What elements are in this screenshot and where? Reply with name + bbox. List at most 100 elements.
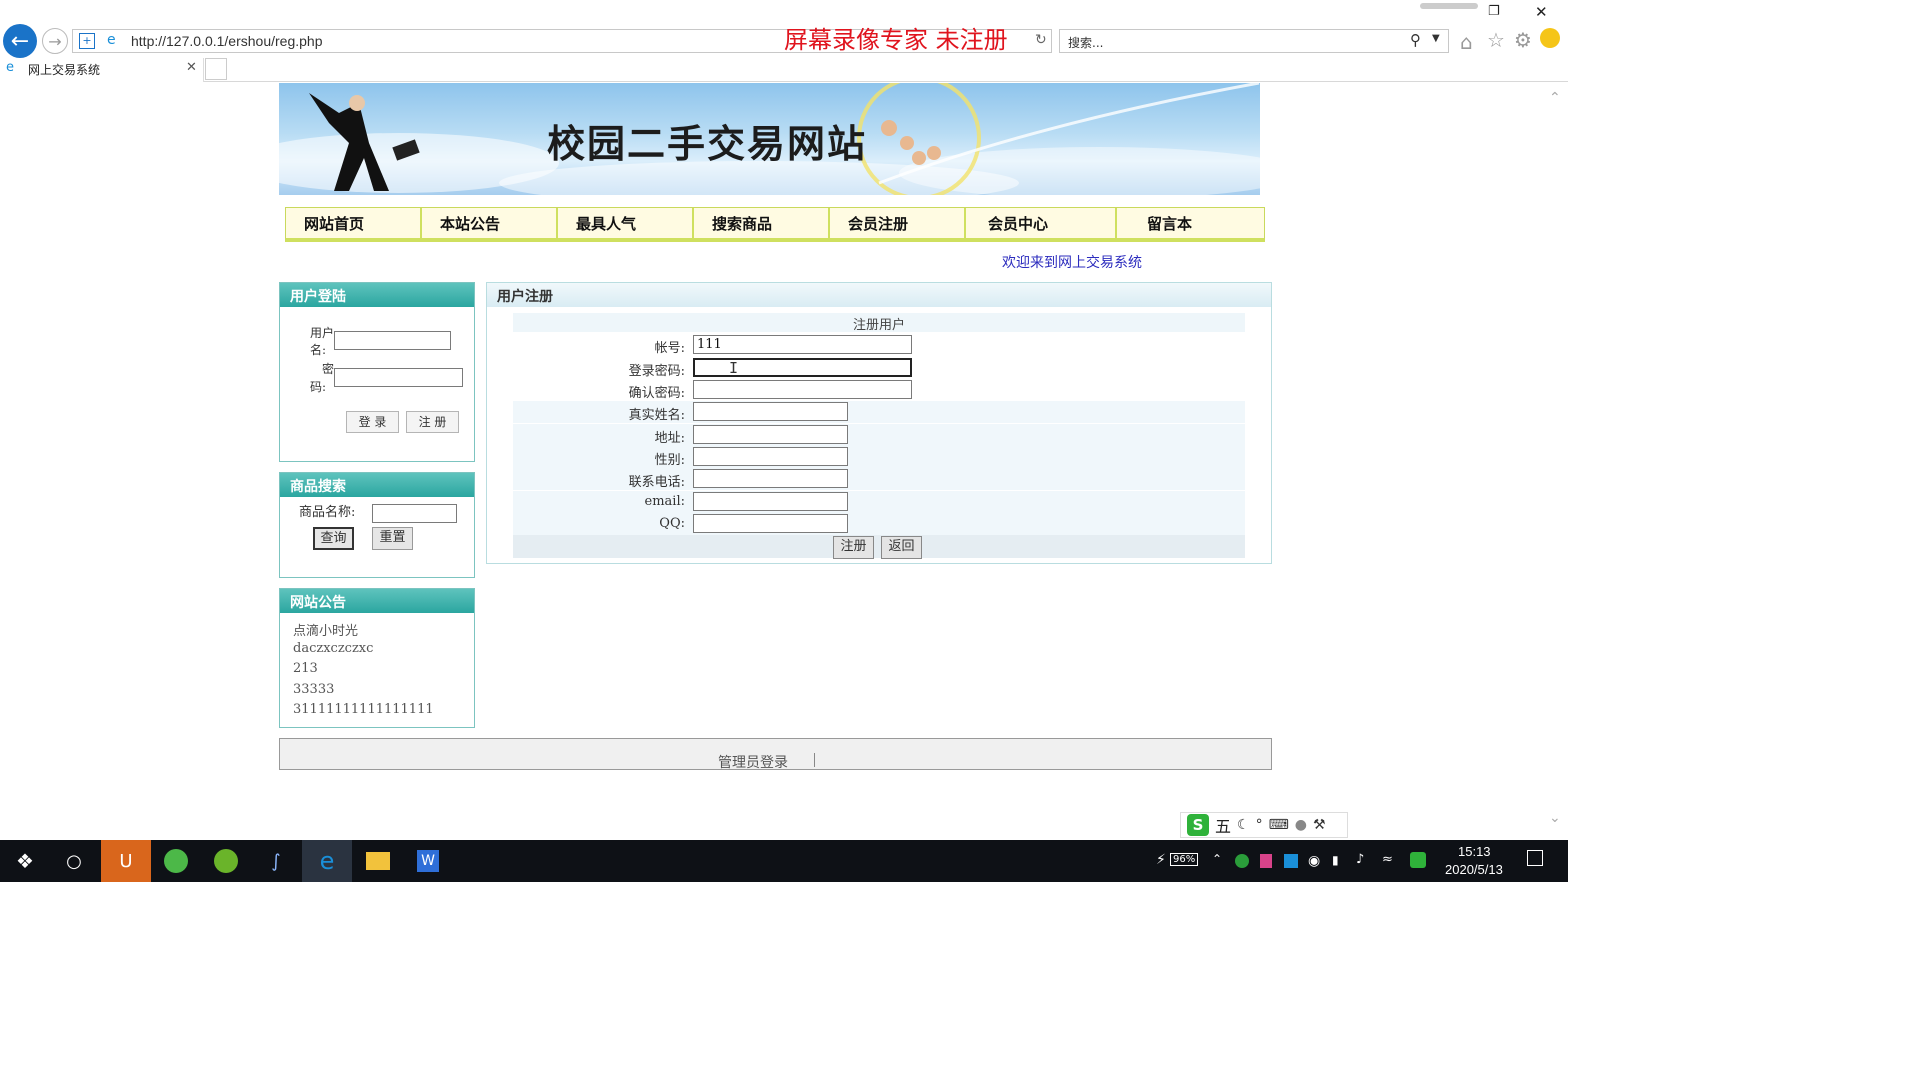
windows-start-icon[interactable]: ❖ xyxy=(0,844,50,878)
nav-home[interactable]: 网站首页 xyxy=(286,208,422,239)
admin-login-link[interactable]: 管理员登录 xyxy=(718,752,788,772)
field-row-email: email: xyxy=(513,491,1245,513)
dreamweaver-icon[interactable] xyxy=(202,844,250,878)
password-input[interactable] xyxy=(334,368,463,387)
tray-app-icon[interactable] xyxy=(1235,854,1249,868)
wechat-icon[interactable]: ◉ xyxy=(1308,853,1320,869)
notification-center-icon[interactable] xyxy=(1527,850,1543,866)
email-label: email: xyxy=(644,494,685,509)
moon-icon[interactable]: ☾ xyxy=(1237,817,1250,833)
design-app-icon[interactable]: ∫ xyxy=(252,844,300,878)
realname-input[interactable] xyxy=(693,402,848,421)
nav-search[interactable]: 搜索商品 xyxy=(694,208,830,239)
back-button[interactable]: ← xyxy=(3,24,37,58)
favorites-star-icon[interactable]: ☆ xyxy=(1487,28,1505,52)
notice-item[interactable]: 点滴小时光 xyxy=(293,620,358,639)
clock-time[interactable]: 15:13 xyxy=(1458,844,1491,859)
battery-indicator[interactable]: 96% xyxy=(1170,853,1199,866)
browser-chrome: ← → + e http://127.0.0.1/ershou/reg.php … xyxy=(0,0,1568,82)
login-register-button[interactable]: 注 册 xyxy=(406,411,459,433)
footer-divider xyxy=(814,753,815,767)
feedback-smiley-icon[interactable] xyxy=(1540,28,1560,48)
compat-icon[interactable]: + xyxy=(79,33,95,49)
restore-window-icon[interactable]: ❐ xyxy=(1488,4,1500,19)
keyboard-icon[interactable]: ⌨ xyxy=(1269,817,1289,833)
punctuation-icon[interactable]: ° xyxy=(1256,817,1263,833)
search-circle-icon[interactable]: ○ xyxy=(50,844,98,878)
login-panel: 用户登陆 用户 名: 密 码: 登 录 注 册 xyxy=(279,282,475,462)
nav-notice[interactable]: 本站公告 xyxy=(422,208,558,239)
address-row: ← → + e http://127.0.0.1/ershou/reg.php … xyxy=(0,22,1568,60)
login-button[interactable]: 登 录 xyxy=(346,411,399,433)
reset-button[interactable]: 重置 xyxy=(372,527,413,550)
username-label-1: 用户 xyxy=(310,326,335,340)
register-panel: 用户注册 注册用户 帐号: 登录密码: I 确认密码: 真实姓名: xyxy=(486,282,1272,564)
notice-item[interactable]: 213 xyxy=(293,661,318,676)
ie-tab-icon: e xyxy=(6,60,14,75)
battery-icon[interactable]: ▮ xyxy=(1332,853,1339,867)
settings-gear-icon[interactable]: ⚙ xyxy=(1514,28,1532,52)
close-window-icon[interactable]: ✕ xyxy=(1535,3,1548,21)
nav-register[interactable]: 会员注册 xyxy=(830,208,966,239)
refresh-icon[interactable]: ↻ xyxy=(1035,32,1047,48)
phone-input[interactable] xyxy=(693,469,848,488)
tray-app-icon[interactable] xyxy=(1260,854,1272,868)
notice-panel-title: 网站公告 xyxy=(280,589,474,613)
field-row-password: 登录密码: I xyxy=(513,357,1245,379)
web-page: 校园二手交易网站 网站首页 本站公告 最具人气 搜索商品 会员注册 会员中心 留… xyxy=(0,82,1568,840)
username-input[interactable] xyxy=(334,331,451,350)
page-footer: 管理员登录 xyxy=(279,738,1272,772)
email-input[interactable] xyxy=(693,492,848,511)
new-tab-button[interactable] xyxy=(205,58,227,80)
browser-360-icon[interactable] xyxy=(152,844,200,878)
app-u-icon[interactable]: U xyxy=(101,840,151,882)
submit-register-button[interactable]: 注册 xyxy=(833,536,874,559)
banner-title: 校园二手交易网站 xyxy=(547,121,868,166)
nav-guestbook[interactable]: 留言本 xyxy=(1117,208,1264,239)
internet-explorer-icon[interactable]: e xyxy=(302,840,352,882)
clock-date[interactable]: 2020/5/13 xyxy=(1445,862,1503,877)
wifi-icon[interactable]: ≈ xyxy=(1382,852,1393,867)
tray-app-icon[interactable] xyxy=(1284,854,1298,868)
wrench-icon[interactable]: ⚒ xyxy=(1313,817,1326,833)
user-icon[interactable]: ● xyxy=(1295,817,1307,833)
sogou-logo-icon[interactable]: S xyxy=(1187,814,1209,836)
window-progress-indicator xyxy=(1420,3,1478,9)
power-plug-icon[interactable]: ⚡ xyxy=(1156,852,1166,868)
wps-icon[interactable]: W xyxy=(404,844,452,878)
tray-chevron-up-icon[interactable]: ⌃ xyxy=(1212,852,1222,866)
ime-mode[interactable]: 五 xyxy=(1215,813,1231,837)
notice-item[interactable]: daczxczczxc xyxy=(293,641,373,656)
browser-search-box[interactable]: 搜索... ⚲ ▼ xyxy=(1059,29,1449,53)
address-url[interactable]: http://127.0.0.1/ershou/reg.php xyxy=(131,33,322,49)
scroll-up-arrow-icon[interactable]: ⌃ xyxy=(1549,90,1561,106)
confirm-password-input[interactable] xyxy=(693,380,912,399)
gender-input[interactable] xyxy=(693,447,848,466)
home-icon[interactable]: ⌂ xyxy=(1460,30,1473,54)
product-name-input[interactable] xyxy=(372,504,457,523)
query-button[interactable]: 查询 xyxy=(313,527,354,550)
qq-input[interactable] xyxy=(693,514,848,533)
nav-member-center[interactable]: 会员中心 xyxy=(966,208,1117,239)
search-icon[interactable]: ⚲ xyxy=(1410,31,1421,49)
notice-item[interactable]: 31111111111111111 xyxy=(293,702,434,717)
scroll-down-arrow-icon[interactable]: ⌄ xyxy=(1549,810,1561,826)
form-actions-row: 注册 返回 xyxy=(513,535,1245,559)
back-button-form[interactable]: 返回 xyxy=(881,536,922,559)
volume-muted-icon[interactable]: ♪ xyxy=(1356,852,1364,867)
product-search-panel: 商品搜索 商品名称: 查询 重置 xyxy=(279,472,475,578)
tab-active[interactable]: e 网上交易系统 ✕ xyxy=(0,58,204,82)
nav-popular[interactable]: 最具人气 xyxy=(558,208,694,239)
sogou-tray-icon[interactable] xyxy=(1410,852,1426,868)
account-input[interactable] xyxy=(693,335,912,354)
forward-button[interactable]: → xyxy=(42,28,68,54)
file-explorer-icon[interactable] xyxy=(354,844,402,878)
address-input[interactable] xyxy=(693,425,848,444)
tab-strip: e 网上交易系统 ✕ xyxy=(0,58,1568,82)
arrow-right-icon: → xyxy=(48,31,62,51)
gender-label: 性别: xyxy=(654,453,685,468)
chevron-down-icon[interactable]: ▼ xyxy=(1432,33,1440,44)
notice-item[interactable]: 33333 xyxy=(293,682,334,697)
tab-close-icon[interactable]: ✕ xyxy=(186,60,197,75)
password-reg-input[interactable] xyxy=(693,358,912,377)
